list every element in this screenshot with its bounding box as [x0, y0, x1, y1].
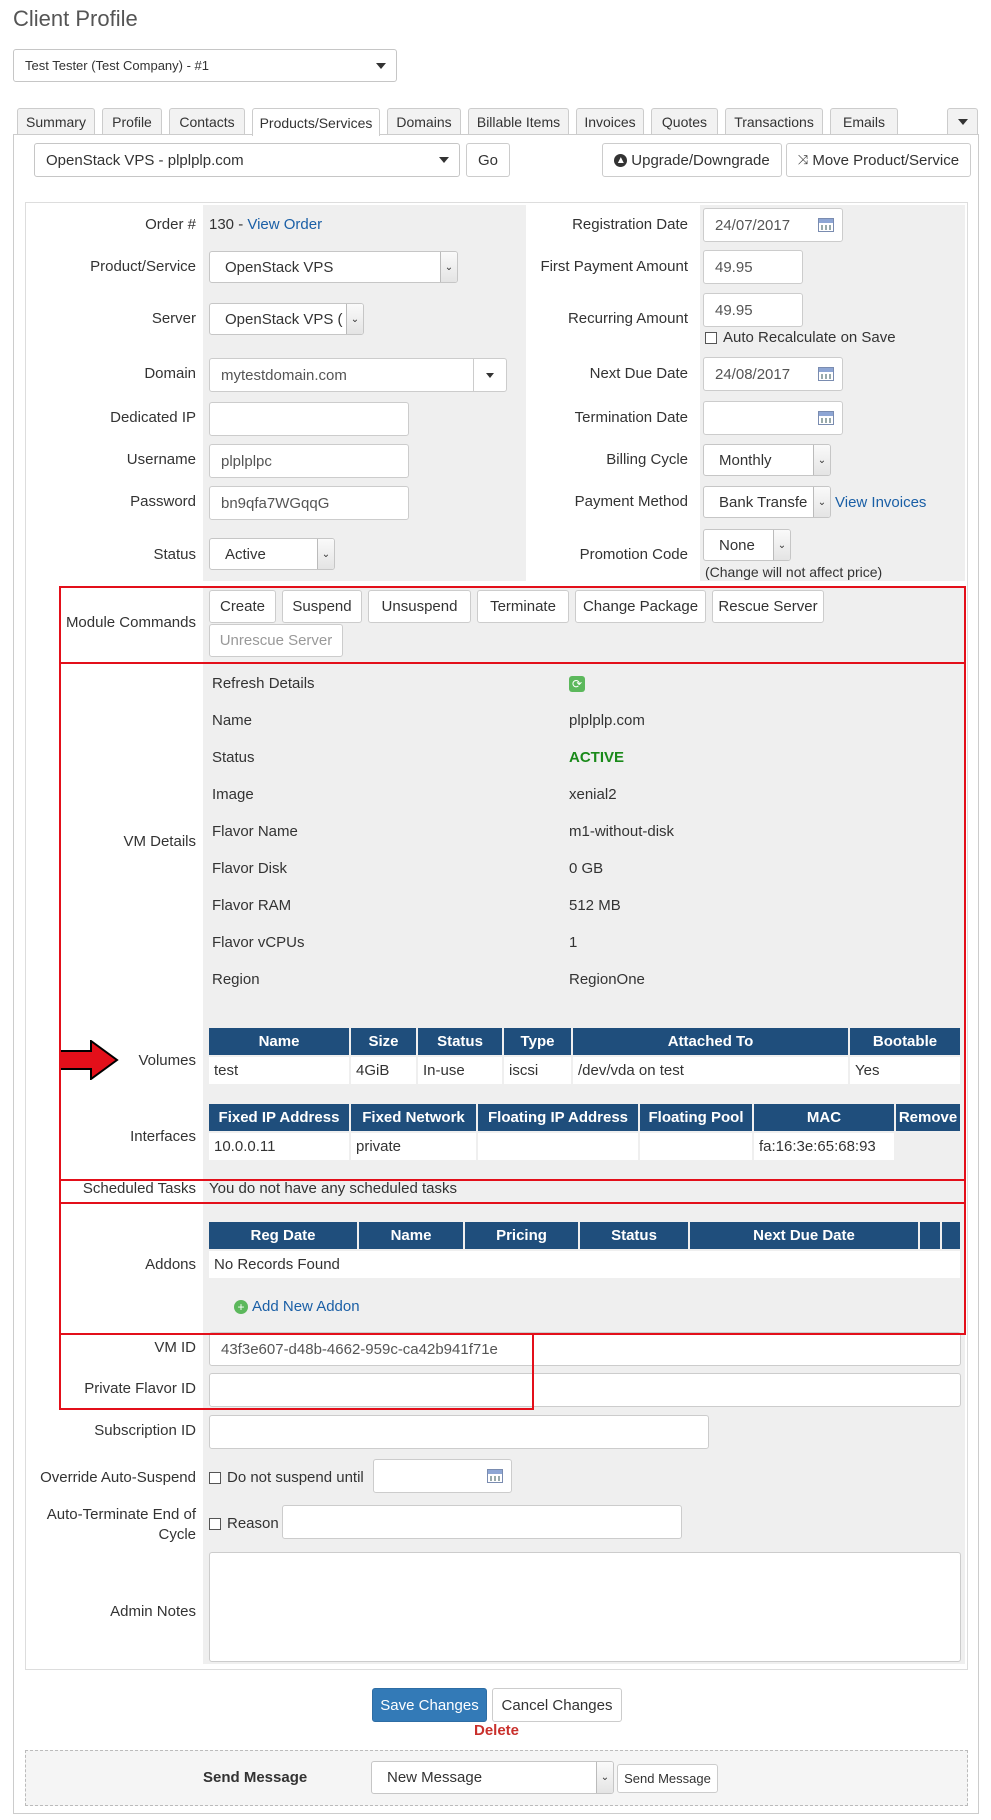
tab-domains[interactable]: Domains	[387, 108, 461, 135]
tab-profile[interactable]: Profile	[102, 108, 162, 135]
tab-label: Summary	[26, 114, 86, 130]
cancel-changes-button[interactable]: Cancel Changes	[492, 1688, 622, 1722]
upgrade-label: Upgrade/Downgrade	[631, 151, 770, 169]
send-message-button[interactable]: Send Message	[617, 1764, 718, 1793]
shuffle-icon: ⤨	[797, 152, 809, 167]
tab-label: Products/Services	[259, 114, 373, 131]
tab-billable-items[interactable]: Billable Items	[468, 108, 569, 135]
arrow-up-circle-icon: ▲	[614, 153, 628, 167]
save-changes-button[interactable]: Save Changes	[372, 1688, 487, 1722]
tab-content-panel	[13, 134, 979, 1814]
tab-products-services[interactable]: Products/Services	[252, 108, 380, 136]
tab-more-dropdown[interactable]	[947, 108, 978, 135]
tab-label: Domains	[396, 114, 452, 130]
tab-label: Billable Items	[476, 114, 561, 130]
tab-contacts[interactable]: Contacts	[169, 108, 245, 135]
chevron-down-icon	[376, 62, 386, 69]
message-template-value: New Message	[387, 1769, 483, 1786]
upgrade-downgrade-button[interactable]: ▲ Upgrade/Downgrade	[602, 143, 782, 177]
move-label: Move Product/Service	[812, 151, 960, 169]
tab-transactions[interactable]: Transactions	[725, 108, 823, 135]
client-select[interactable]: Test Tester (Test Company) - #1	[13, 49, 397, 82]
message-template-select[interactable]: New Message ⌄	[371, 1761, 614, 1794]
tab-emails[interactable]: Emails	[830, 108, 898, 135]
tab-invoices[interactable]: Invoices	[576, 108, 644, 135]
move-product-button[interactable]: ⤨ Move Product/Service	[786, 143, 971, 177]
tab-label: Emails	[842, 114, 885, 130]
tab-label: Contacts	[179, 114, 235, 130]
tab-label: Transactions	[734, 114, 814, 130]
tab-label: Profile	[112, 114, 152, 130]
client-select-value: Test Tester (Test Company) - #1	[25, 58, 209, 73]
tab-label: Invoices	[584, 114, 636, 130]
page-title: Client Profile	[13, 6, 138, 31]
chevron-down-icon: ⌄	[596, 1762, 613, 1793]
send-message-label: Send Message	[203, 1769, 308, 1786]
tab-label: Quotes	[661, 114, 708, 130]
tab-quotes[interactable]: Quotes	[651, 108, 718, 135]
tab-summary[interactable]: Summary	[17, 108, 95, 135]
client-profile-page: Client Profile Test Tester (Test Company…	[0, 0, 991, 1820]
delete-link[interactable]: Delete	[474, 1722, 519, 1739]
chevron-down-icon	[957, 119, 968, 125]
go-button[interactable]: Go	[466, 143, 510, 177]
